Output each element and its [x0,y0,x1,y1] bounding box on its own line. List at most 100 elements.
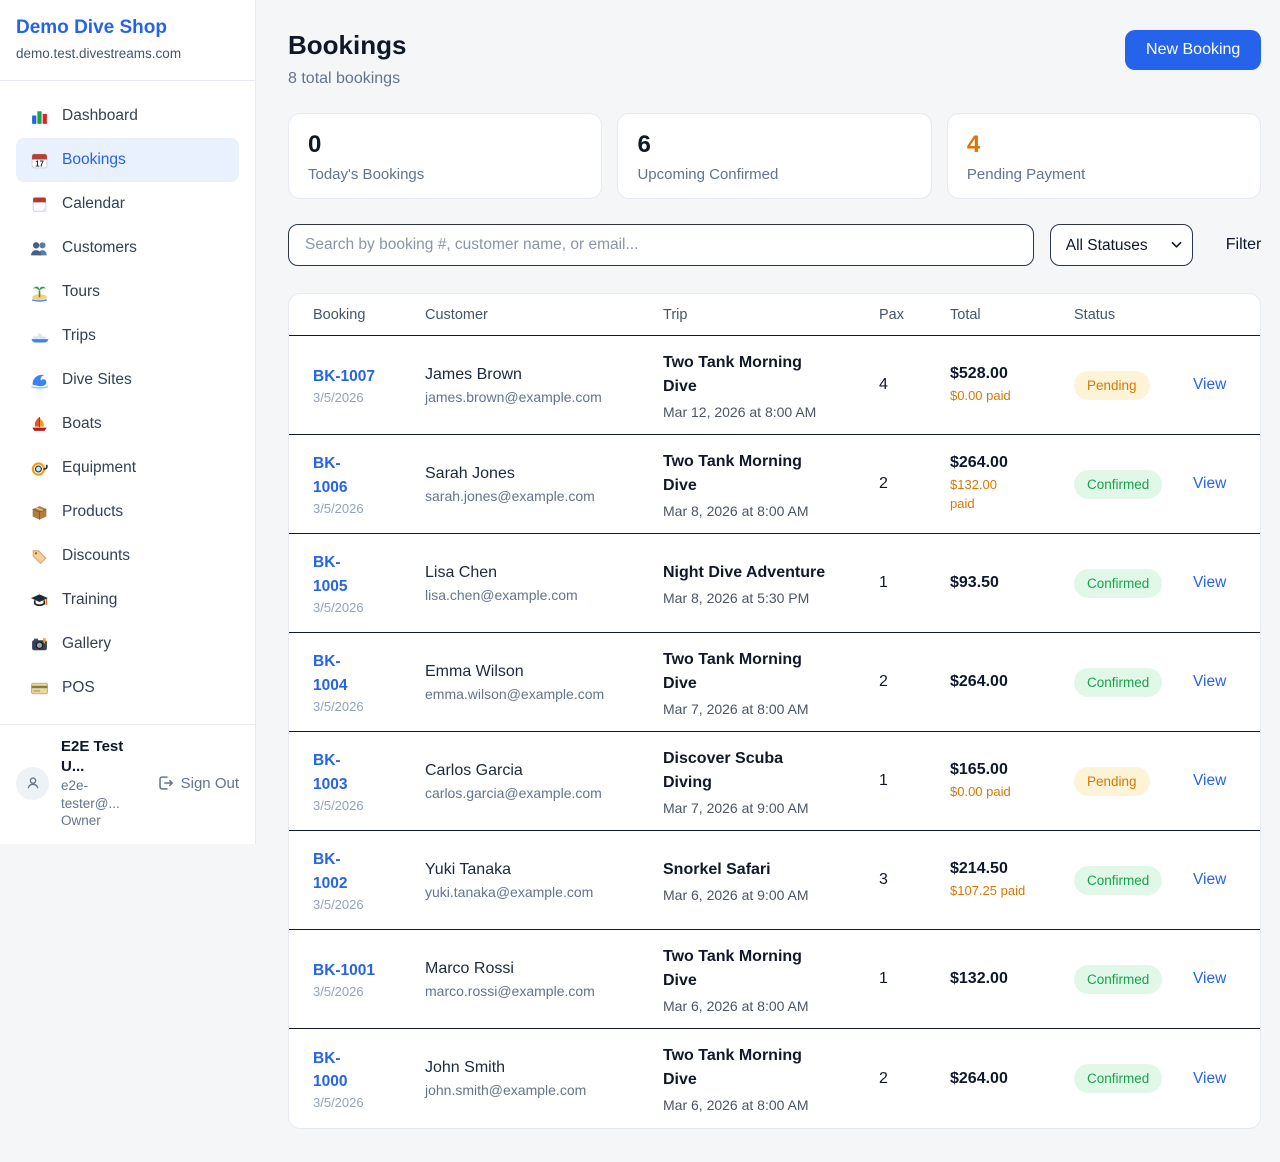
booking-date: 3/5/2026 [313,984,415,999]
booking-id-link[interactable]: BK- 1006 [313,452,415,499]
customer-name: Lisa Chen [425,564,653,582]
sidebar-item-gallery[interactable]: Gallery [16,622,239,666]
stat-value: 6 [637,131,911,159]
search-input[interactable] [288,224,1034,266]
stat-label: Upcoming Confirmed [637,166,911,183]
trip-name: Night Dive Adventure [663,561,869,585]
table-body: BK-1007 3/5/2026 James Brown james.brown… [289,336,1260,1128]
sidebar-item-label: Trips [62,327,96,345]
booking-date: 3/5/2026 [313,390,415,405]
customer-email: carlos.garcia@example.com [425,785,653,801]
pax-count: 1 [879,574,950,592]
total-amount: $528.00 [950,365,1064,383]
paid-amount: $0.00 paid [950,387,1064,406]
booking-date: 3/5/2026 [313,1095,415,1110]
sidebar-item-equipment[interactable]: Equipment [16,446,239,490]
customer-email: john.smith@example.com [425,1082,653,1098]
sidebar-item-training[interactable]: Training [16,578,239,622]
user-name: E2E Test U... [61,737,144,776]
stat-value: 0 [308,131,582,159]
pos-icon [30,679,49,698]
sidebar-item-calendar[interactable]: Calendar [16,182,239,226]
customer-email: yuki.tanaka@example.com [425,884,653,900]
sidebar-user-area: E2E Test U... e2e-tester@... Owner Sign … [0,724,255,844]
discounts-icon [30,547,49,566]
view-link[interactable]: View [1193,574,1226,591]
svg-text:17: 17 [35,159,44,168]
sidebar-item-tours[interactable]: Tours [16,270,239,314]
trip-datetime: Mar 6, 2026 at 8:00 AM [663,1097,869,1113]
status-badge: Confirmed [1074,866,1162,895]
sidebar-item-products[interactable]: Products [16,490,239,534]
status-badge: Confirmed [1074,668,1162,697]
booking-id-link[interactable]: BK- 1003 [313,749,415,796]
stat-card-today-s-bookings: 0 Today's Bookings [288,113,602,199]
status-filter-select[interactable]: All Statuses [1050,224,1193,266]
filter-button[interactable]: Filter [1226,236,1262,254]
pax-count: 2 [879,673,950,691]
view-link[interactable]: View [1193,871,1226,888]
sidebar-item-customers[interactable]: Customers [16,226,239,270]
training-icon [30,591,49,610]
sidebar-item-boats[interactable]: Boats [16,402,239,446]
booking-id-link[interactable]: BK- 1005 [313,551,415,598]
shop-header: Demo Dive Shop demo.test.divestreams.com [0,0,255,80]
booking-id-link[interactable]: BK- 1002 [313,848,415,895]
sidebar-item-dive-sites[interactable]: Dive Sites [16,358,239,402]
user-block: E2E Test U... e2e-tester@... Owner [61,737,144,830]
booking-date: 3/5/2026 [313,501,415,516]
view-link[interactable]: View [1193,1070,1226,1087]
booking-id-link[interactable]: BK- 1000 [313,1047,415,1094]
pax-count: 3 [879,871,950,889]
calendar-icon [30,195,49,214]
status-select-wrap: All Statuses [1050,224,1193,266]
equipment-icon [30,459,49,478]
trip-datetime: Mar 6, 2026 at 8:00 AM [663,998,869,1014]
table-column-header-total: Total [950,307,1074,323]
sidebar: Demo Dive Shop demo.test.divestreams.com… [0,0,256,844]
sign-out-button[interactable]: Sign Out [156,774,239,792]
paid-amount: $132.00 paid [950,476,1064,514]
sidebar-item-label: Calendar [62,195,125,213]
sidebar-item-trips[interactable]: Trips [16,314,239,358]
booking-id-link[interactable]: BK-1007 [313,365,415,388]
trip-name: Two Tank Morning Dive [663,945,869,993]
sidebar-item-discounts[interactable]: Discounts [16,534,239,578]
view-link[interactable]: View [1193,772,1226,789]
user-role: Owner [61,812,144,830]
view-link[interactable]: View [1193,376,1226,393]
table-row-bk-1003: BK- 1003 3/5/2026 Carlos Garcia carlos.g… [289,732,1260,831]
sidebar-item-label: Equipment [62,459,136,477]
sidebar-item-label: Dive Sites [62,371,132,389]
booking-id-link[interactable]: BK-1001 [313,959,415,982]
pax-count: 2 [879,1070,950,1088]
sign-out-label: Sign Out [181,775,239,792]
view-link[interactable]: View [1193,475,1226,492]
table-row-bk-1006: BK- 1006 3/5/2026 Sarah Jones sarah.jone… [289,435,1260,534]
dashboard-icon [30,107,49,126]
sidebar-item-bookings[interactable]: 17 Bookings [16,138,239,182]
view-link[interactable]: View [1193,970,1226,987]
stat-value: 4 [967,131,1241,159]
dive-sites-icon [30,371,49,390]
customer-name: Marco Rossi [425,960,653,978]
shop-domain: demo.test.divestreams.com [16,46,239,61]
person-icon [23,773,43,793]
booking-id-link[interactable]: BK- 1004 [313,650,415,697]
booking-date: 3/5/2026 [313,798,415,813]
trip-name: Two Tank Morning Dive [663,1044,869,1092]
customer-name: John Smith [425,1059,653,1077]
sidebar-item-label: Dashboard [62,107,138,125]
boats-icon [30,415,49,434]
table-column-header-booking: Booking [313,307,425,323]
view-link[interactable]: View [1193,673,1226,690]
pax-count: 2 [879,475,950,493]
booking-date: 3/5/2026 [313,699,415,714]
sidebar-item-pos[interactable]: POS [16,666,239,710]
new-booking-button[interactable]: New Booking [1125,30,1261,70]
trip-datetime: Mar 8, 2026 at 5:30 PM [663,590,869,606]
sidebar-item-dashboard[interactable]: Dashboard [16,94,239,138]
pax-count: 1 [879,772,950,790]
pax-count: 4 [879,376,950,394]
customer-name: James Brown [425,366,653,384]
